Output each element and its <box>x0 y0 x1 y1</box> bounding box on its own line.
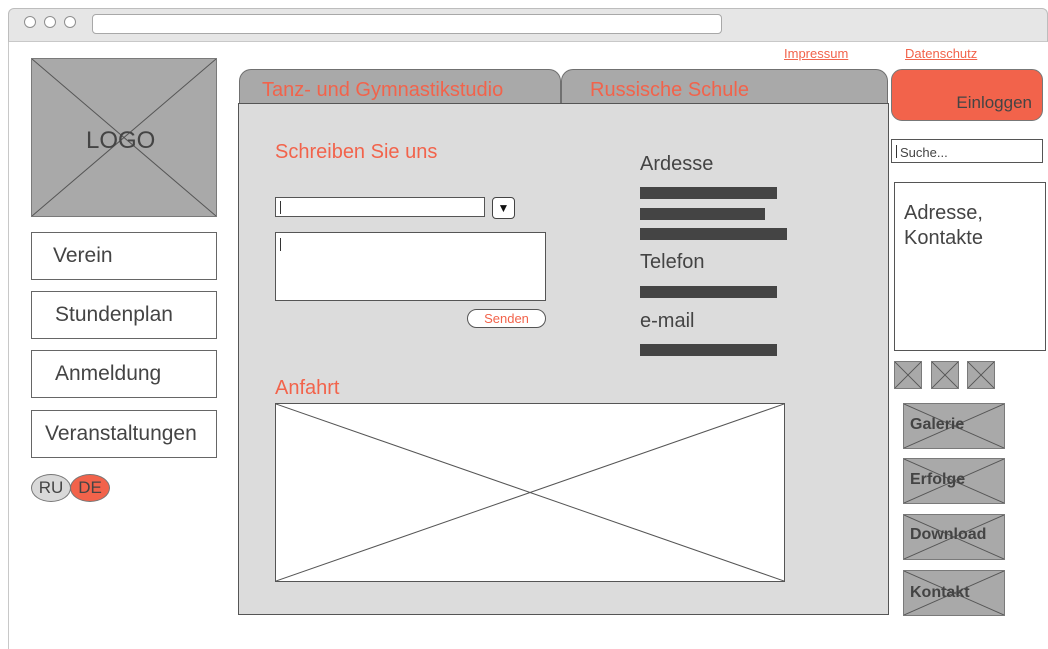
map-title: Anfahrt <box>275 377 340 399</box>
window-minimize-icon[interactable] <box>44 16 56 28</box>
address-label: Ardesse <box>640 153 714 175</box>
email-line <box>640 344 777 356</box>
send-button[interactable]: Senden <box>467 309 546 328</box>
text-cursor <box>896 145 897 158</box>
login-label: Einloggen <box>956 93 1032 112</box>
image-placeholder-icon <box>895 362 921 388</box>
language-de-button[interactable]: DE <box>70 474 110 502</box>
map-placeholder[interactable] <box>275 403 785 582</box>
contact-form-title: Schreiben Sie uns <box>275 141 438 163</box>
erfolge-label: Erfolge <box>910 471 966 488</box>
address-bar[interactable] <box>92 14 722 34</box>
image-placeholder-icon <box>276 404 784 581</box>
download-label: Download <box>910 526 987 543</box>
logo-placeholder: LOGO <box>31 58 217 217</box>
download-button[interactable]: Download <box>903 514 1005 560</box>
nav-verein-button[interactable]: Verein <box>31 232 217 280</box>
search-input[interactable]: Suche... <box>891 139 1043 163</box>
subject-select[interactable] <box>275 197 485 217</box>
nav-stundenplan-button[interactable]: Stundenplan <box>31 291 217 339</box>
phone-line <box>640 286 777 298</box>
address-line <box>640 228 787 240</box>
image-placeholder-icon <box>968 362 994 388</box>
message-textarea[interactable] <box>275 232 546 301</box>
tab-russische-schule[interactable]: Russische Schule <box>561 69 888 104</box>
email-label: e-mail <box>640 310 695 332</box>
dropdown-arrow-icon[interactable]: ▼ <box>492 197 515 219</box>
galerie-button[interactable]: Galerie <box>903 403 1005 449</box>
impressum-link[interactable]: Impressum <box>784 46 848 61</box>
social-icon[interactable] <box>967 361 995 389</box>
address-line <box>640 208 765 220</box>
image-placeholder-icon <box>932 362 958 388</box>
datenschutz-link[interactable]: Datenschutz <box>905 46 977 61</box>
social-icon[interactable] <box>894 361 922 389</box>
address-contacts-box: Adresse, Kontakte <box>894 182 1046 351</box>
language-ru-button[interactable]: RU <box>31 474 71 502</box>
text-cursor <box>280 201 281 214</box>
window-maximize-icon[interactable] <box>64 16 76 28</box>
text-cursor <box>280 238 281 251</box>
address-line <box>640 187 777 199</box>
search-placeholder: Suche... <box>900 145 948 160</box>
nav-anmeldung-button[interactable]: Anmeldung <box>31 350 217 398</box>
galerie-label: Galerie <box>910 416 965 433</box>
login-button[interactable]: Einloggen <box>891 69 1043 121</box>
tab-tanz-gymnastikstudio[interactable]: Tanz- und Gymnastikstudio <box>239 69 561 104</box>
kontakt-label: Kontakt <box>910 584 970 601</box>
phone-label: Telefon <box>640 251 705 273</box>
window-border <box>8 42 9 649</box>
erfolge-button[interactable]: Erfolge <box>903 458 1005 504</box>
social-icon[interactable] <box>931 361 959 389</box>
nav-veranstaltungen-button[interactable]: Veranstaltungen <box>31 410 217 458</box>
window-close-icon[interactable] <box>24 16 36 28</box>
logo-label: LOGO <box>86 127 156 154</box>
kontakt-button[interactable]: Kontakt <box>903 570 1005 616</box>
